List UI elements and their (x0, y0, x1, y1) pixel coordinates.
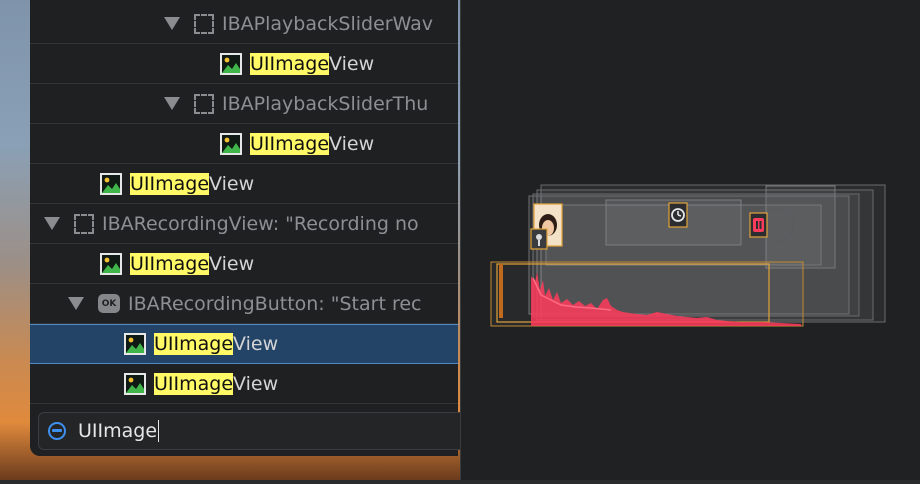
row-label: IBAPlaybackSliderThu (222, 92, 429, 115)
view-placeholder-icon (194, 13, 214, 34)
disclosure-triangle-icon[interactable] (164, 17, 180, 30)
outline-row-playback-slider-thumb[interactable]: IBAPlaybackSliderThu (30, 84, 458, 124)
row-label-rest: View (329, 52, 375, 75)
outline-row-uiimageview[interactable]: UIImage View (30, 364, 458, 404)
outline-row-uiimageview[interactable]: UIImage View (30, 244, 458, 284)
row-label: IBARecordingButton: "Start rec (128, 292, 422, 315)
filter-icon[interactable] (48, 422, 66, 440)
disclosure-triangle-icon[interactable] (68, 297, 84, 310)
outline-row-uiimageview[interactable]: UIImage View (30, 124, 458, 164)
filter-search-field[interactable]: UIImage (38, 412, 468, 450)
row-label-match: UIImage (250, 132, 330, 155)
playhead-marker (499, 264, 503, 318)
row-label-match: UIImage (250, 52, 330, 75)
microphone-icon (536, 234, 542, 240)
outline-row-uiimageview[interactable]: UIImage View (30, 164, 458, 204)
row-label-match: UIImage (130, 172, 210, 195)
search-input[interactable]: UIImage (78, 420, 157, 442)
3d-view-debugger-canvas[interactable] (460, 0, 920, 480)
outline-row-recording-view[interactable]: IBARecordingView: "Recording no (30, 204, 458, 244)
outline-row-recording-button[interactable]: OK IBARecordingButton: "Start rec (30, 284, 458, 324)
image-view-icon (100, 172, 122, 195)
outline-row-uiimageview-selected[interactable]: UIImage View (30, 324, 458, 364)
image-view-icon (124, 372, 146, 395)
exploded-layers-view[interactable] (461, 0, 920, 480)
image-view-icon (124, 333, 146, 355)
view-hierarchy-outline[interactable]: IBAPlaybackSliderWav UIImage View IBAPlay… (30, 0, 458, 456)
row-label-rest: View (209, 252, 255, 275)
disclosure-triangle-icon[interactable] (44, 217, 60, 230)
row-label-rest: View (329, 132, 375, 155)
row-label-rest: View (233, 333, 279, 355)
image-view-icon (220, 52, 242, 75)
row-label-match: UIImage (130, 252, 210, 275)
text-caret (158, 420, 160, 442)
row-label-match: UIImage (154, 333, 234, 355)
row-label: IBAPlaybackSliderWav (222, 12, 434, 35)
image-view-icon (100, 252, 122, 275)
row-label: IBARecordingView: "Recording no (102, 212, 419, 235)
disclosure-triangle-icon[interactable] (164, 97, 180, 110)
button-ok-icon: OK (98, 294, 120, 313)
row-label-rest: View (233, 372, 279, 395)
view-placeholder-icon (74, 213, 94, 234)
row-label-rest: View (209, 172, 255, 195)
pause-icon (753, 218, 764, 232)
outline-row-uiimageview[interactable]: UIImage View (30, 44, 458, 84)
row-label-match: UIImage (154, 372, 234, 395)
outline-row-playback-slider-waveform[interactable]: IBAPlaybackSliderWav (30, 4, 458, 44)
image-view-icon (220, 132, 242, 155)
view-placeholder-icon (194, 93, 214, 114)
